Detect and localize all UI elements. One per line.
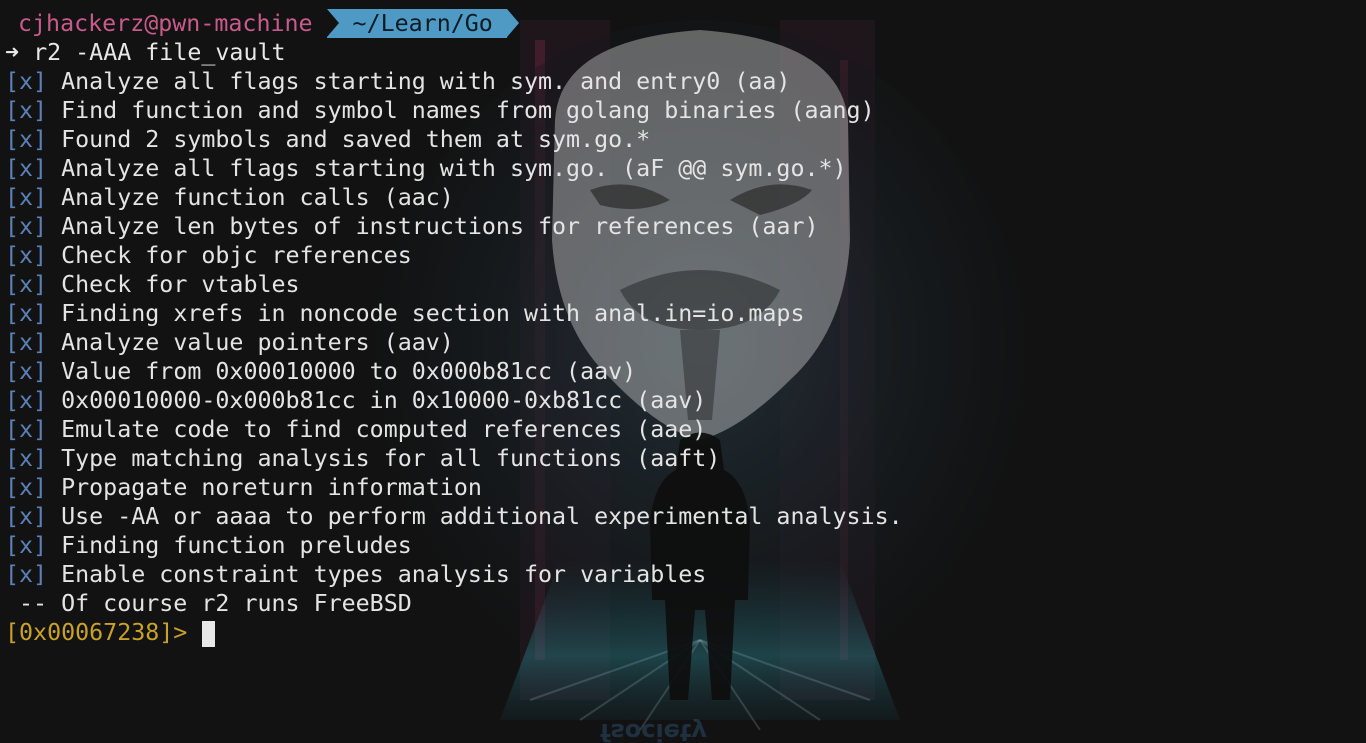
log-line: [x] Value from 0x00010000 to 0x000b81cc … [0, 357, 1366, 386]
r2-prompt-address: [0x00067238]> [5, 619, 202, 646]
log-tag: [x] [5, 445, 48, 472]
log-tag: [x] [5, 68, 48, 95]
prompt-user-host: cjhackerz@pwn-machine [18, 9, 313, 37]
log-tag: [x] [5, 184, 48, 211]
log-message: Found 2 symbols and saved them at sym.go… [61, 126, 651, 153]
text-cursor[interactable] [202, 620, 216, 647]
log-line: [x] Analyze all flags starting with sym.… [0, 154, 1366, 183]
svg-text:fsociety: fsociety [600, 718, 707, 743]
log-line: [x] Propagate noreturn information [0, 473, 1366, 502]
r2-prompt-line[interactable]: [0x00067238]> [0, 618, 1366, 647]
log-line: [x] Emulate code to find computed refere… [0, 415, 1366, 444]
log-message: Propagate noreturn information [61, 474, 482, 501]
log-message: Analyze function calls (aac) [61, 184, 454, 211]
log-line: [x] Analyze len bytes of instructions fo… [0, 212, 1366, 241]
log-message: Analyze len bytes of instructions for re… [61, 213, 819, 240]
log-message: Analyze all flags starting with sym.go. … [61, 155, 847, 182]
r2-fortune-message: -- Of course r2 runs FreeBSD [5, 590, 412, 617]
log-tag: [x] [5, 532, 48, 559]
log-tag: [x] [5, 561, 48, 588]
log-line: [x] Found 2 symbols and saved them at sy… [0, 125, 1366, 154]
log-message: Type matching analysis for all functions… [61, 445, 721, 472]
log-tag: [x] [5, 213, 48, 240]
log-line: [x] Finding xrefs in noncode section wit… [0, 299, 1366, 328]
log-message: Check for objc references [61, 242, 412, 269]
log-message: Finding xrefs in noncode section with an… [61, 300, 805, 327]
log-message: Finding function preludes [61, 532, 412, 559]
log-tag: [x] [5, 474, 48, 501]
log-line: [x] Check for vtables [0, 270, 1366, 299]
log-tag: [x] [5, 416, 48, 443]
log-line: [x] Analyze all flags starting with sym.… [0, 67, 1366, 96]
command-text: r2 -AAA file_vault [33, 39, 286, 66]
log-message: Use -AA or aaaa to perform additional ex… [61, 503, 903, 530]
log-line: [x] Finding function preludes [0, 531, 1366, 560]
log-message: Value from 0x00010000 to 0x000b81cc (aav… [61, 358, 637, 385]
log-message: Analyze all flags starting with sym. and… [61, 68, 791, 95]
log-tag: [x] [5, 97, 48, 124]
log-line: [x] Find function and symbol names from … [0, 96, 1366, 125]
terminal-window[interactable]: cjhackerz@pwn-machine ~/Learn/Go ➜ r2 -A… [0, 8, 1366, 647]
log-tag: [x] [5, 242, 48, 269]
log-line: [x] Check for objc references [0, 241, 1366, 270]
log-tag: [x] [5, 503, 48, 530]
command-line: ➜ r2 -AAA file_vault [0, 38, 1366, 67]
log-message: Emulate code to find computed references… [61, 416, 707, 443]
log-line: [x] Analyze value pointers (aav) [0, 328, 1366, 357]
analysis-log: [x] Analyze all flags starting with sym.… [0, 67, 1366, 589]
log-tag: [x] [5, 126, 48, 153]
log-line: [x] Type matching analysis for all funct… [0, 444, 1366, 473]
prompt-path-segment: ~/Learn/Go [326, 8, 520, 38]
shell-prompt: cjhackerz@pwn-machine ~/Learn/Go [0, 8, 1366, 38]
log-message: Enable constraint types analysis for var… [61, 561, 707, 588]
log-message: 0x00010000-0x000b81cc in 0x10000-0xb81cc… [61, 387, 707, 414]
log-line: [x] Enable constraint types analysis for… [0, 560, 1366, 589]
prompt-arrow-icon: ➜ [5, 39, 20, 66]
log-message: Check for vtables [61, 271, 300, 298]
log-tag: [x] [5, 387, 48, 414]
log-tag: [x] [5, 329, 48, 356]
log-line: [x] 0x00010000-0x000b81cc in 0x10000-0xb… [0, 386, 1366, 415]
log-tag: [x] [5, 155, 48, 182]
log-message: Analyze value pointers (aav) [61, 329, 454, 356]
log-tag: [x] [5, 358, 48, 385]
log-line: [x] Use -AA or aaaa to perform additiona… [0, 502, 1366, 531]
log-tag: [x] [5, 300, 48, 327]
log-tag: [x] [5, 271, 48, 298]
log-message: Find function and symbol names from gola… [61, 97, 875, 124]
log-line: [x] Analyze function calls (aac) [0, 183, 1366, 212]
